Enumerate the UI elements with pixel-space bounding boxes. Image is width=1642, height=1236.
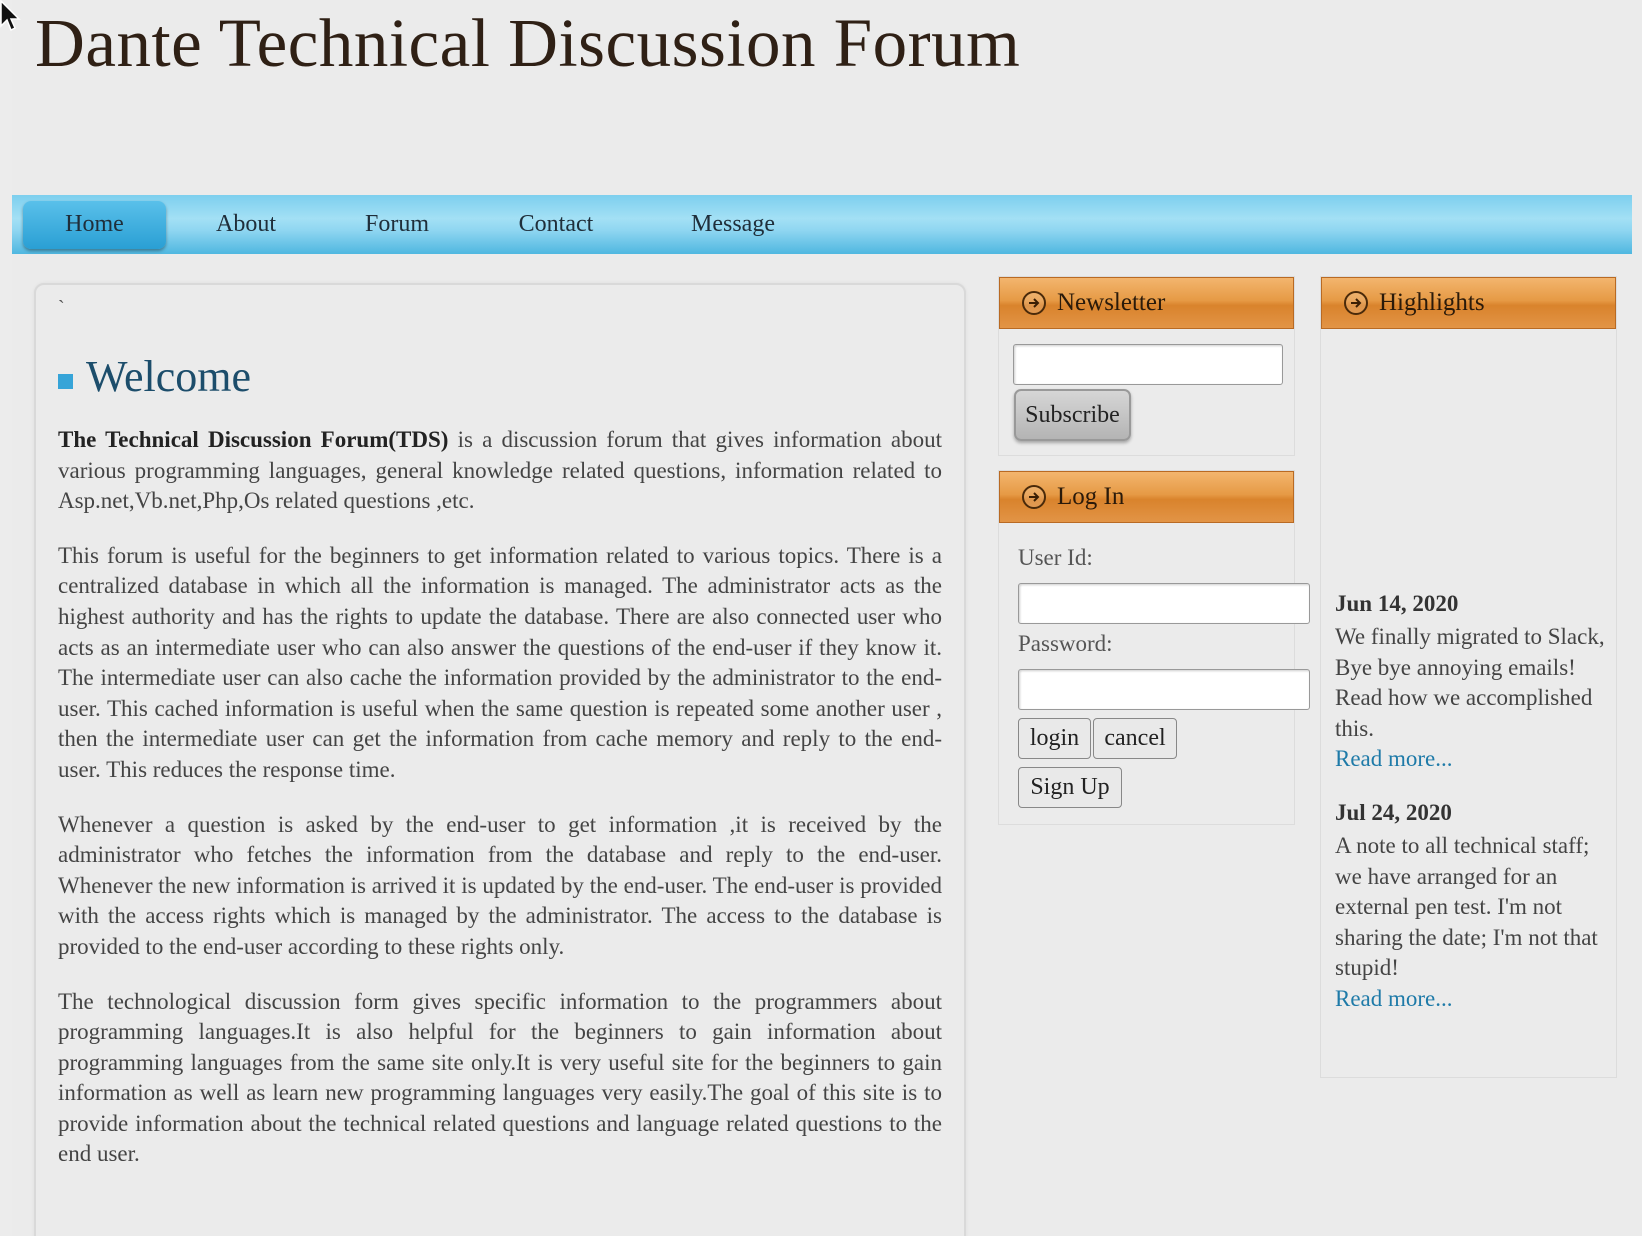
highlight-item: A note to all technical staff; we have a… [1335,831,1605,1015]
login-button[interactable]: login [1018,718,1091,759]
paragraph-1: This forum is useful for the beginners t… [58,542,942,782]
mouse-cursor-icon [0,0,21,32]
highlight-date: Jul 24, 2020 [1335,800,1452,825]
arrow-right-circle-icon [1022,485,1046,509]
highlights-title: Highlights [1379,289,1485,316]
password-input[interactable] [1018,669,1310,710]
sign-up-button[interactable]: Sign Up [1018,767,1122,808]
highlights-widget: Highlights Jun 14, 2020 We finally migra… [1320,276,1617,1078]
article-body: The Technical Discussion Forum(TDS) is a… [58,425,942,1194]
highlights-header: Highlights [1321,277,1616,329]
site-title: Dante Technical Discussion Forum [35,5,1021,81]
highlight-text: A note to all technical staff; we have a… [1335,833,1598,981]
nav-message[interactable]: Message [644,201,822,249]
heading-bullet-icon [58,374,73,389]
highlight-item: We finally migrated to Slack, Bye bye an… [1335,622,1605,775]
nav-forum[interactable]: Forum [326,201,468,249]
highlight-date: Jun 14, 2020 [1335,591,1459,616]
nav-about[interactable]: About [166,201,326,249]
arrow-right-circle-icon [1344,291,1368,315]
user-id-label: User Id: [1018,545,1093,570]
intro-paragraph: The Technical Discussion Forum(TDS) is a… [58,425,942,517]
newsletter-widget: Newsletter Subscribe [998,276,1295,456]
read-more-link[interactable]: Read more... [1335,984,1605,1015]
newsletter-title: Newsletter [1057,289,1166,316]
login-title: Log In [1057,483,1125,510]
read-more-link[interactable]: Read more... [1335,744,1605,775]
paragraph-3: The technological discussion form gives … [58,988,942,1167]
intro-bold: The Technical Discussion Forum(TDS) [58,427,449,452]
main-content-panel: ` Welcome The Technical Discussion Forum… [34,283,966,1236]
nav-home[interactable]: Home [23,200,166,249]
subscribe-button[interactable]: Subscribe [1014,389,1131,441]
newsletter-header: Newsletter [999,277,1294,329]
password-label: Password: [1018,631,1113,656]
login-widget: Log In User Id: Password: login cancel S… [998,470,1310,825]
user-id-input[interactable] [1018,583,1310,624]
nav-contact[interactable]: Contact [468,201,644,249]
welcome-heading: Welcome [86,352,252,401]
stray-mark: ` [58,297,65,319]
highlight-text: We finally migrated to Slack, Bye bye an… [1335,624,1605,741]
login-header: Log In [999,471,1294,523]
paragraph-2: Whenever a question is asked by the end-… [58,811,942,959]
newsletter-email-input[interactable] [1013,344,1283,385]
arrow-right-circle-icon [1022,291,1046,315]
main-navigation: Home About Forum Contact Message [12,195,1632,254]
cancel-button[interactable]: cancel [1093,718,1177,759]
